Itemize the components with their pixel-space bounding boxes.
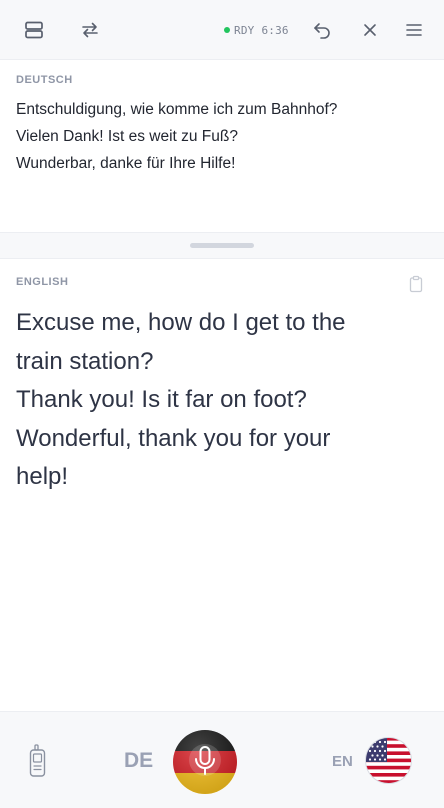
panel-resize-divider[interactable] (0, 233, 444, 259)
target-language-code[interactable]: EN (332, 753, 353, 770)
target-line: Wonderful, thank you for your (16, 424, 331, 452)
split-layout-button[interactable] (22, 18, 46, 42)
menu-button[interactable] (402, 18, 426, 42)
target-line: train station? (16, 347, 154, 375)
undo-button[interactable] (310, 18, 334, 42)
source-language-label: DEUTSCH (16, 74, 73, 86)
target-language-label: ENGLISH (16, 276, 69, 288)
source-line: Wunderbar, danke für Ihre Hilfe! (16, 155, 236, 172)
split-layout-icon (25, 21, 43, 39)
target-line: Excuse me, how do I get to the (16, 309, 346, 336)
target-text[interactable]: Excuse me, how do I get to the train sta… (16, 304, 428, 497)
microphone-button[interactable] (172, 729, 238, 795)
target-line: Thank you! Is it far on foot? (16, 386, 307, 413)
swap-icon (82, 22, 98, 38)
bottom-bar: DE EN (0, 711, 444, 808)
device-mode-button[interactable] (28, 744, 48, 778)
source-language-code[interactable]: DE (124, 749, 153, 773)
undo-icon (314, 23, 330, 39)
status-indicator: RDY 6:36 (224, 22, 289, 38)
clipboard-icon (409, 275, 423, 293)
menu-icon (406, 24, 422, 36)
source-text[interactable]: Entschuldigung, wie komme ich zum Bahnho… (16, 96, 428, 177)
germany-flag-icon (173, 730, 237, 794)
source-panel: DEUTSCH Entschuldigung, wie komme ich zu… (0, 61, 444, 233)
usa-flag-icon (365, 737, 412, 784)
handheld-device-icon (29, 744, 46, 777)
swap-languages-button[interactable] (78, 18, 102, 42)
top-toolbar: RDY 6:36 (0, 0, 444, 60)
copy-button[interactable] (408, 275, 424, 293)
target-panel: ENGLISH Excuse me, how do I get to the t… (0, 259, 444, 711)
status-label: RDY (234, 23, 255, 37)
close-icon (364, 24, 376, 36)
drag-handle[interactable] (190, 243, 254, 248)
status-dot (224, 27, 230, 33)
source-line: Entschuldigung, wie komme ich zum Bahnho… (16, 101, 338, 118)
target-line: help! (16, 463, 69, 490)
source-line: Vielen Dank! Ist es weit zu Fuß? (16, 128, 238, 145)
close-button[interactable] (358, 18, 382, 42)
status-time: 6:36 (261, 23, 289, 37)
target-language-flag-button[interactable] (365, 737, 412, 784)
